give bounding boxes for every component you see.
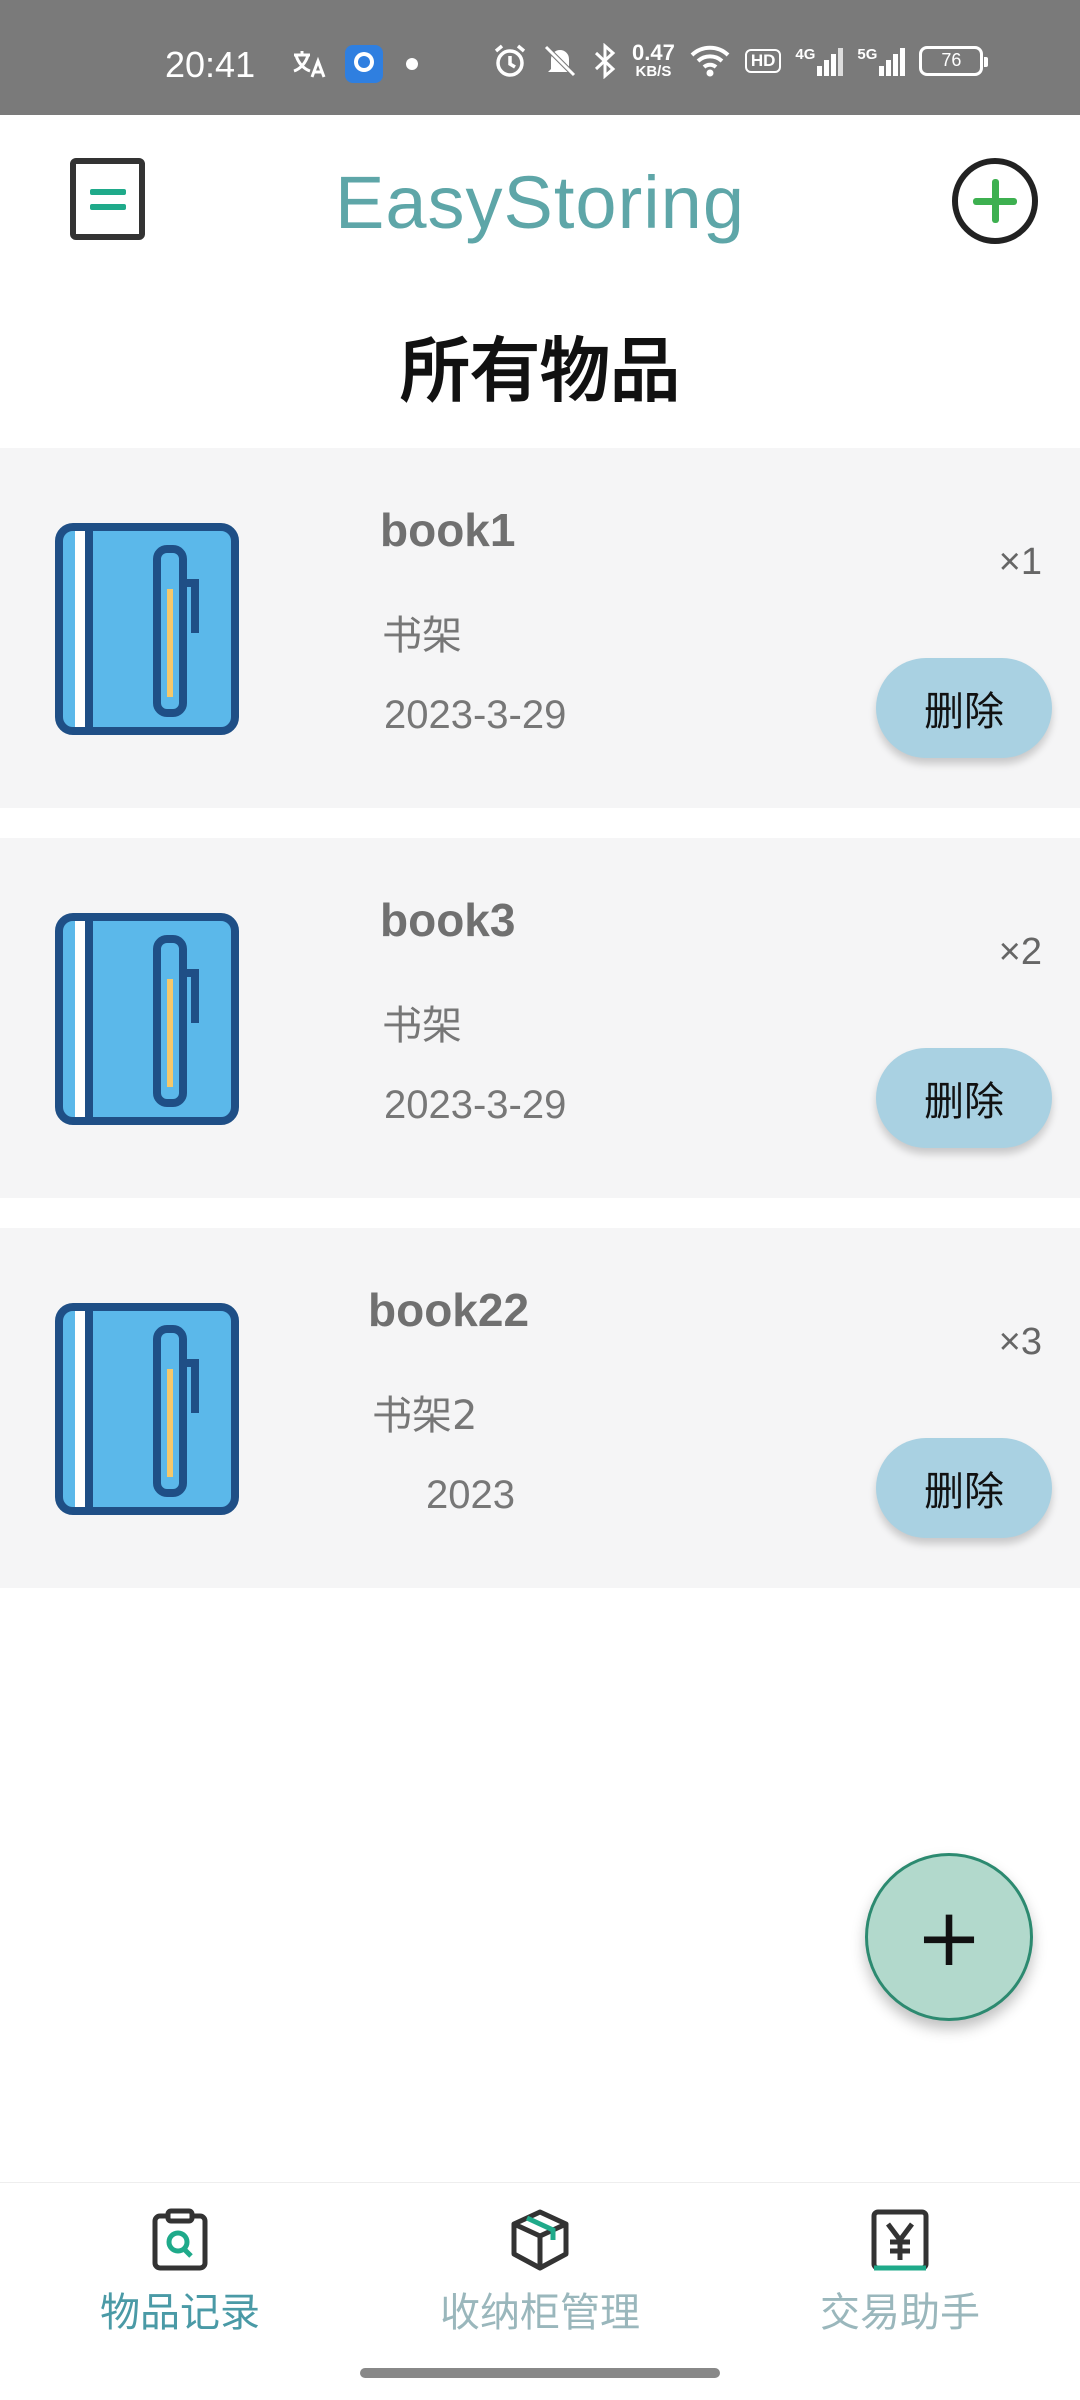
book-icon xyxy=(55,1303,239,1515)
signal-bars-icon xyxy=(817,47,844,76)
mute-icon xyxy=(544,44,576,77)
system-icons: 0.47 KB/S HD 4G 5G 76 xyxy=(492,40,989,80)
signal-5g: 5G xyxy=(857,45,906,76)
item-name: book3 xyxy=(380,894,516,946)
item-quantity: ×3 xyxy=(998,1321,1042,1363)
item-card[interactable]: book1 书架 2023-3-29 ×1 删除 xyxy=(0,448,1080,808)
status-bar: 20:41 0.47 KB/S HD 4G 5G 76 xyxy=(0,0,1080,115)
nav-item-trade[interactable]: 交易助手 xyxy=(750,2208,1050,2338)
item-date: 2023-3-29 xyxy=(384,1083,567,1127)
dot-icon xyxy=(406,58,418,70)
yen-icon xyxy=(871,2209,929,2271)
item-quantity: ×1 xyxy=(998,541,1042,583)
add-fab-button[interactable]: + xyxy=(865,1853,1033,2021)
status-time: 20:41 xyxy=(165,44,256,85)
item-name: book1 xyxy=(380,504,516,556)
nav-label-records: 物品记录 xyxy=(100,2290,260,2336)
signal-4g-label: 4G xyxy=(795,45,816,63)
bluetooth-icon xyxy=(594,42,616,79)
app-notification-icon xyxy=(345,45,383,83)
book-icon xyxy=(55,523,239,735)
item-location: 书架 xyxy=(382,613,462,659)
nav-label-storage: 收纳柜管理 xyxy=(440,2290,640,2336)
net-speed: 0.47 KB/S xyxy=(632,40,675,80)
plus-icon: + xyxy=(915,1890,983,1984)
item-name: book22 xyxy=(368,1284,530,1336)
app-title: EasyStoring xyxy=(335,161,745,244)
home-indicator[interactable] xyxy=(360,2368,720,2378)
battery-level: 76 xyxy=(941,50,962,70)
item-card[interactable]: book3 书架 2023-3-29 ×2 删除 xyxy=(0,838,1080,1198)
book-icon xyxy=(55,913,239,1125)
item-quantity: ×2 xyxy=(998,931,1042,973)
nav-item-storage[interactable]: 收纳柜管理 xyxy=(390,2208,690,2338)
notification-icons xyxy=(290,44,422,84)
alarm-icon xyxy=(494,44,526,77)
app-header: EasyStoring xyxy=(0,115,1080,290)
item-card[interactable]: book22 书架2 2023 ×3 删除 xyxy=(0,1228,1080,1588)
page-title: 所有物品 xyxy=(400,330,680,412)
nav-label-trade: 交易助手 xyxy=(820,2290,980,2336)
hd-badge: HD xyxy=(744,48,782,73)
battery-indicator: 76 xyxy=(919,45,989,76)
clipboard-search-icon xyxy=(152,2208,208,2271)
delete-button[interactable]: 删除 xyxy=(876,1438,1052,1538)
nav-item-records[interactable]: 物品记录 xyxy=(30,2208,330,2338)
delete-button[interactable]: 删除 xyxy=(876,658,1052,758)
item-location: 书架 xyxy=(382,1003,462,1049)
box-icon xyxy=(511,2209,569,2271)
delete-button[interactable]: 删除 xyxy=(876,1048,1052,1148)
net-speed-value: 0.47 xyxy=(632,40,675,65)
signal-5g-label: 5G xyxy=(857,45,878,63)
item-date: 2023 xyxy=(426,1473,515,1517)
signal-bars-icon xyxy=(879,47,906,76)
signal-4g: 4G xyxy=(795,45,844,76)
wifi-icon xyxy=(690,45,730,76)
net-speed-unit: KB/S xyxy=(635,63,672,80)
item-location: 书架2 xyxy=(372,1393,478,1439)
translate-icon xyxy=(293,51,326,78)
item-date: 2023-3-29 xyxy=(384,693,567,737)
add-item-button[interactable] xyxy=(952,158,1038,244)
